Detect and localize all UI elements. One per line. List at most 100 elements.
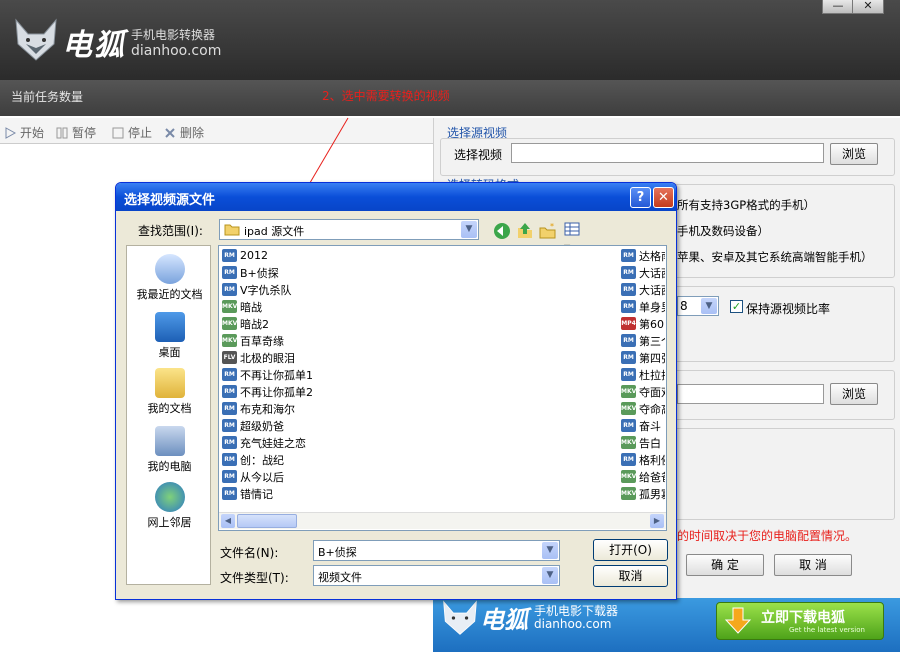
download-now-sub: Get the latest version	[789, 626, 865, 634]
file-item[interactable]: RM杜拉拉	[621, 366, 665, 383]
file-item[interactable]: MKV给爸爸	[621, 468, 665, 485]
video-file-icon: MKV	[222, 334, 237, 347]
delete-icon	[165, 127, 175, 138]
file-item[interactable]: RM格利佛	[621, 451, 665, 468]
file-item[interactable]: RM单身男	[621, 298, 665, 315]
close-button[interactable]: ✕	[852, 0, 884, 14]
horizontal-scrollbar[interactable]: ◀ ▶	[219, 512, 666, 529]
file-item[interactable]: MKV 暗战	[222, 298, 262, 315]
file-item[interactable]: MKV孤男寡	[621, 485, 665, 502]
place-label: 桌面	[158, 346, 181, 359]
start-button[interactable]: 开始	[4, 124, 44, 141]
file-item[interactable]: RM达格南	[621, 247, 665, 264]
scroll-left-arrow-icon[interactable]: ◀	[221, 514, 235, 528]
place-recent[interactable]: 我最近的文档	[127, 254, 212, 302]
place-label: 我最近的文档	[136, 288, 203, 301]
format-option-1[interactable]: 所有支持3GP格式的手机）	[677, 197, 815, 213]
file-item[interactable]: RM 从今以后	[222, 468, 284, 485]
keep-ratio-checkbox[interactable]: ✓	[730, 300, 743, 313]
start-label: 开始	[20, 126, 45, 140]
file-name: 奋斗（	[639, 419, 665, 433]
recent-documents-icon	[154, 254, 185, 284]
file-item[interactable]: RM 充气娃娃之恋	[222, 434, 306, 451]
dialog-help-button[interactable]: ?	[630, 187, 651, 208]
file-name: 从今以后	[240, 470, 284, 484]
file-item[interactable]: RM大话西	[621, 264, 665, 281]
browse-button[interactable]: 浏览	[830, 143, 878, 165]
download-now-button[interactable]: 立即下载电狐 Get the latest version	[716, 602, 884, 640]
format-option-3[interactable]: 苹果、安卓及其它系统高端智能手机）	[677, 249, 873, 265]
source-path-input[interactable]	[511, 143, 824, 163]
file-item[interactable]: RM 不再让你孤单1	[222, 366, 313, 383]
place-my-documents[interactable]: 我的文档	[127, 368, 212, 416]
pause-button[interactable]: 暂停	[56, 124, 96, 141]
lookin-select[interactable]: ipad 源文件 ▼	[219, 219, 479, 240]
video-file-icon: MKV	[621, 385, 636, 398]
file-item[interactable]: RM 创：战纪	[222, 451, 284, 468]
fox-logo-icon	[443, 600, 477, 635]
cancel-main-button[interactable]: 取 消	[774, 554, 852, 576]
file-item[interactable]: MKV 百草奇缘	[222, 332, 284, 349]
file-item[interactable]: RM V字仇杀队	[222, 281, 292, 298]
up-folder-icon[interactable]	[516, 222, 534, 240]
file-name: 错情记	[240, 487, 273, 501]
file-item[interactable]: RM 错情记	[222, 485, 273, 502]
file-name: 大话西	[639, 266, 665, 280]
file-item[interactable]: RM第三个	[621, 332, 665, 349]
dialog-cancel-button[interactable]: 取消	[593, 565, 668, 587]
delete-button[interactable]: 删除	[164, 124, 204, 141]
place-network[interactable]: 网上邻居	[127, 482, 212, 530]
ok-button[interactable]: 确 定	[686, 554, 764, 576]
file-item[interactable]: MKV 告白	[621, 434, 665, 451]
file-item[interactable]: MKV夺面双	[621, 383, 665, 400]
file-name: 超级奶爸	[240, 419, 284, 433]
place-label: 我的文档	[147, 402, 192, 415]
file-item[interactable]: FLV 北极的眼泪	[222, 349, 295, 366]
file-item[interactable]: RM B+侦探	[222, 264, 279, 281]
file-item[interactable]: RM奋斗（	[621, 417, 665, 434]
file-name: 充气娃娃之恋	[240, 436, 306, 450]
file-item[interactable]: RM 2012	[222, 247, 268, 264]
back-icon[interactable]	[493, 222, 511, 240]
stop-icon	[112, 127, 124, 138]
size-value: 8	[680, 299, 688, 313]
scroll-right-arrow-icon[interactable]: ▶	[650, 514, 664, 528]
minimize-button[interactable]: —	[822, 0, 854, 14]
lookin-label: 查找范围(I):	[138, 224, 203, 238]
dialog-close-button[interactable]: ✕	[653, 187, 674, 208]
stop-button[interactable]: 停止	[112, 124, 152, 141]
file-item[interactable]: MKV 暗战2	[222, 315, 269, 332]
file-item[interactable]: RM 不再让你孤单2	[222, 383, 313, 400]
place-my-computer[interactable]: 我的电脑	[127, 426, 212, 474]
file-item[interactable]: RM 布克和海尔	[222, 400, 295, 417]
filetype-select[interactable]: 视频文件 ▼	[313, 565, 560, 586]
video-file-icon: MKV	[621, 402, 636, 415]
file-item[interactable]: RM 超级奶爸	[222, 417, 284, 434]
new-folder-icon[interactable]: *	[539, 222, 557, 240]
browse-output-button[interactable]: 浏览	[830, 383, 878, 405]
format-option-2[interactable]: 手机及数码设备）	[677, 223, 769, 239]
file-item[interactable]: MKV夺命高	[621, 400, 665, 417]
stop-label: 停止	[128, 126, 153, 140]
video-file-icon: MKV	[621, 436, 636, 449]
filename-input[interactable]: B+侦探 ▼	[313, 540, 560, 561]
video-file-icon: RM	[222, 453, 237, 466]
desktop-icon	[154, 312, 185, 342]
download-now-label: 立即下载电狐	[761, 610, 845, 626]
file-name: 杜拉拉	[639, 368, 665, 382]
file-name: 孤男寡	[639, 487, 665, 501]
video-file-icon: MP4	[621, 317, 636, 330]
file-item[interactable]: RM第四张	[621, 349, 665, 366]
svg-text:*: *	[550, 222, 554, 231]
output-path-input[interactable]	[677, 384, 824, 404]
file-item[interactable]: RM大话西	[621, 281, 665, 298]
pause-icon	[56, 127, 68, 138]
video-file-icon: RM	[621, 453, 636, 466]
file-item[interactable]: MP4第601	[621, 315, 665, 332]
scroll-thumb[interactable]	[237, 514, 297, 528]
open-button[interactable]: 打开(O)	[593, 539, 668, 561]
view-menu-button[interactable]: ▼	[564, 222, 588, 252]
filetype-label: 文件类型(T):	[220, 571, 289, 585]
place-desktop[interactable]: 桌面	[127, 312, 212, 360]
size-select[interactable]: 8 ▼	[677, 296, 719, 316]
